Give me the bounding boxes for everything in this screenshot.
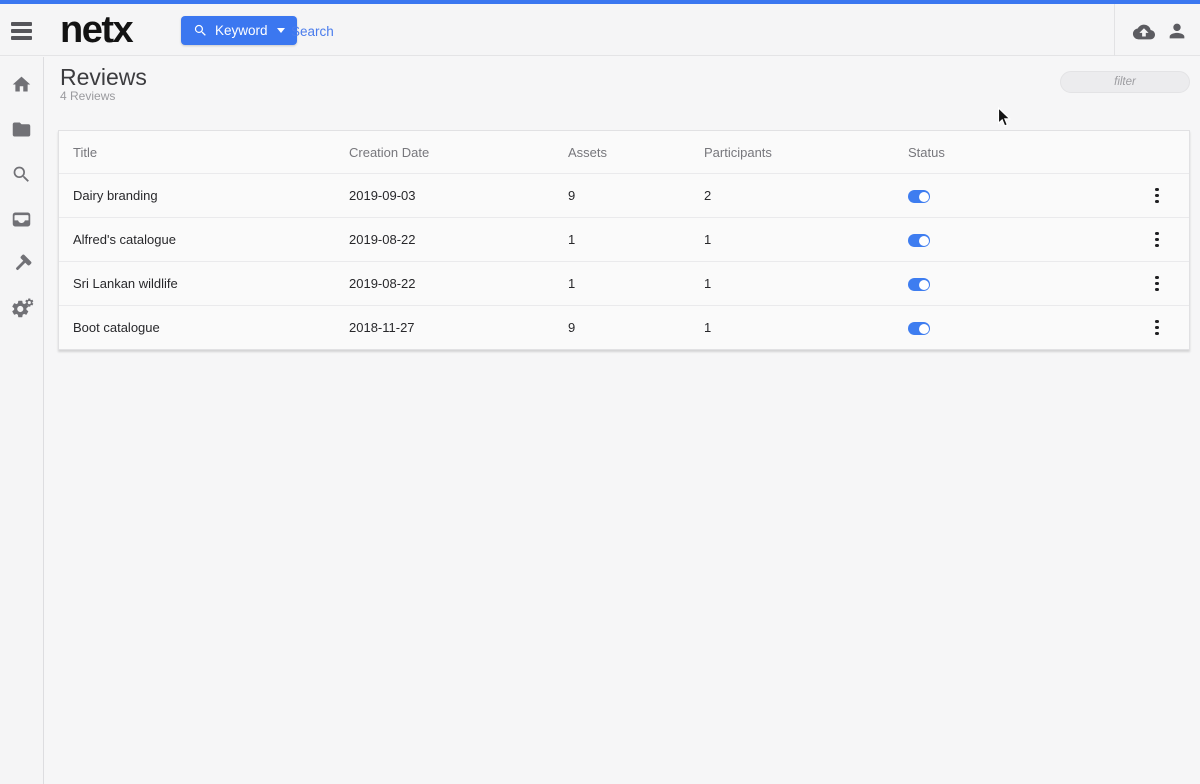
sidebar-item-search[interactable]	[0, 161, 44, 187]
chevron-down-icon	[276, 28, 285, 33]
hammer-icon	[15, 254, 32, 270]
status-toggle[interactable]	[908, 278, 930, 292]
page-title: Reviews	[60, 64, 147, 90]
review-participants: 1	[704, 320, 712, 335]
inbox-icon	[12, 212, 31, 226]
search-icon	[13, 166, 29, 182]
review-participants: 1	[704, 276, 712, 291]
top-header: netx Keyword	[0, 4, 1200, 56]
home-icon	[12, 76, 31, 91]
table-row[interactable]: Alfred's catalogue 2019-08-22 1 1	[59, 217, 1189, 261]
sidebar-item-folders[interactable]	[0, 116, 44, 142]
netx-logo[interactable]: netx	[60, 5, 134, 55]
review-title: Sri Lankan wildlife	[73, 276, 178, 291]
review-creation-date: 2019-08-22	[349, 276, 416, 291]
left-sidebar	[0, 57, 44, 784]
reviews-table: Title Creation Date Assets Participants …	[58, 130, 1190, 350]
review-title: Boot catalogue	[73, 320, 160, 335]
review-participants: 2	[704, 188, 712, 203]
status-toggle[interactable]	[908, 322, 930, 336]
page-subtitle: 4 Reviews	[60, 89, 116, 103]
sidebar-item-tools[interactable]	[0, 251, 44, 277]
kebab-menu-icon[interactable]	[1148, 231, 1166, 249]
main-content: Reviews 4 Reviews Title Creation Date As…	[45, 57, 1200, 784]
column-header-assets: Assets	[568, 144, 608, 160]
column-header-title: Title	[73, 144, 98, 160]
gears-icon	[11, 298, 33, 318]
global-search-input[interactable]	[291, 18, 591, 44]
review-assets: 1	[568, 232, 576, 247]
table-row[interactable]: Boot catalogue 2018-11-27 9 1	[59, 305, 1189, 349]
status-toggle[interactable]	[908, 234, 930, 248]
cloud-upload-button[interactable]	[1132, 20, 1156, 44]
kebab-menu-icon[interactable]	[1148, 319, 1166, 337]
user-account-button[interactable]	[1166, 20, 1190, 44]
keyword-dropdown-button[interactable]: Keyword	[181, 16, 297, 45]
search-icon	[194, 24, 206, 36]
sidebar-item-inbox[interactable]	[0, 206, 44, 232]
hamburger-menu-icon[interactable]	[11, 19, 35, 43]
folder-icon	[12, 122, 31, 136]
review-participants: 1	[704, 232, 712, 247]
table-row[interactable]: Sri Lankan wildlife 2019-08-22 1 1	[59, 261, 1189, 305]
cloud-upload-icon	[1132, 24, 1155, 40]
review-assets: 9	[568, 188, 576, 203]
column-header-creation-date: Creation Date	[349, 144, 430, 160]
review-title: Alfred's catalogue	[73, 232, 176, 247]
review-creation-date: 2019-08-22	[349, 232, 416, 247]
column-header-participants: Participants	[704, 144, 772, 160]
user-icon	[1169, 23, 1185, 39]
table-row[interactable]: Dairy branding 2019-09-03 9 2	[59, 173, 1189, 217]
sidebar-item-home[interactable]	[0, 71, 44, 97]
header-divider	[1114, 4, 1115, 56]
review-title: Dairy branding	[73, 188, 158, 203]
kebab-menu-icon[interactable]	[1148, 187, 1166, 205]
sidebar-item-settings[interactable]	[0, 296, 44, 322]
status-toggle[interactable]	[908, 190, 930, 204]
keyword-button-label: Keyword	[215, 23, 268, 38]
review-assets: 1	[568, 276, 576, 291]
review-assets: 9	[568, 320, 576, 335]
filter-input[interactable]	[1060, 71, 1190, 93]
column-header-status: Status	[908, 144, 945, 160]
kebab-menu-icon[interactable]	[1148, 275, 1166, 293]
review-creation-date: 2019-09-03	[349, 188, 416, 203]
review-creation-date: 2018-11-27	[349, 320, 415, 335]
table-header-row: Title Creation Date Assets Participants …	[59, 131, 1189, 173]
